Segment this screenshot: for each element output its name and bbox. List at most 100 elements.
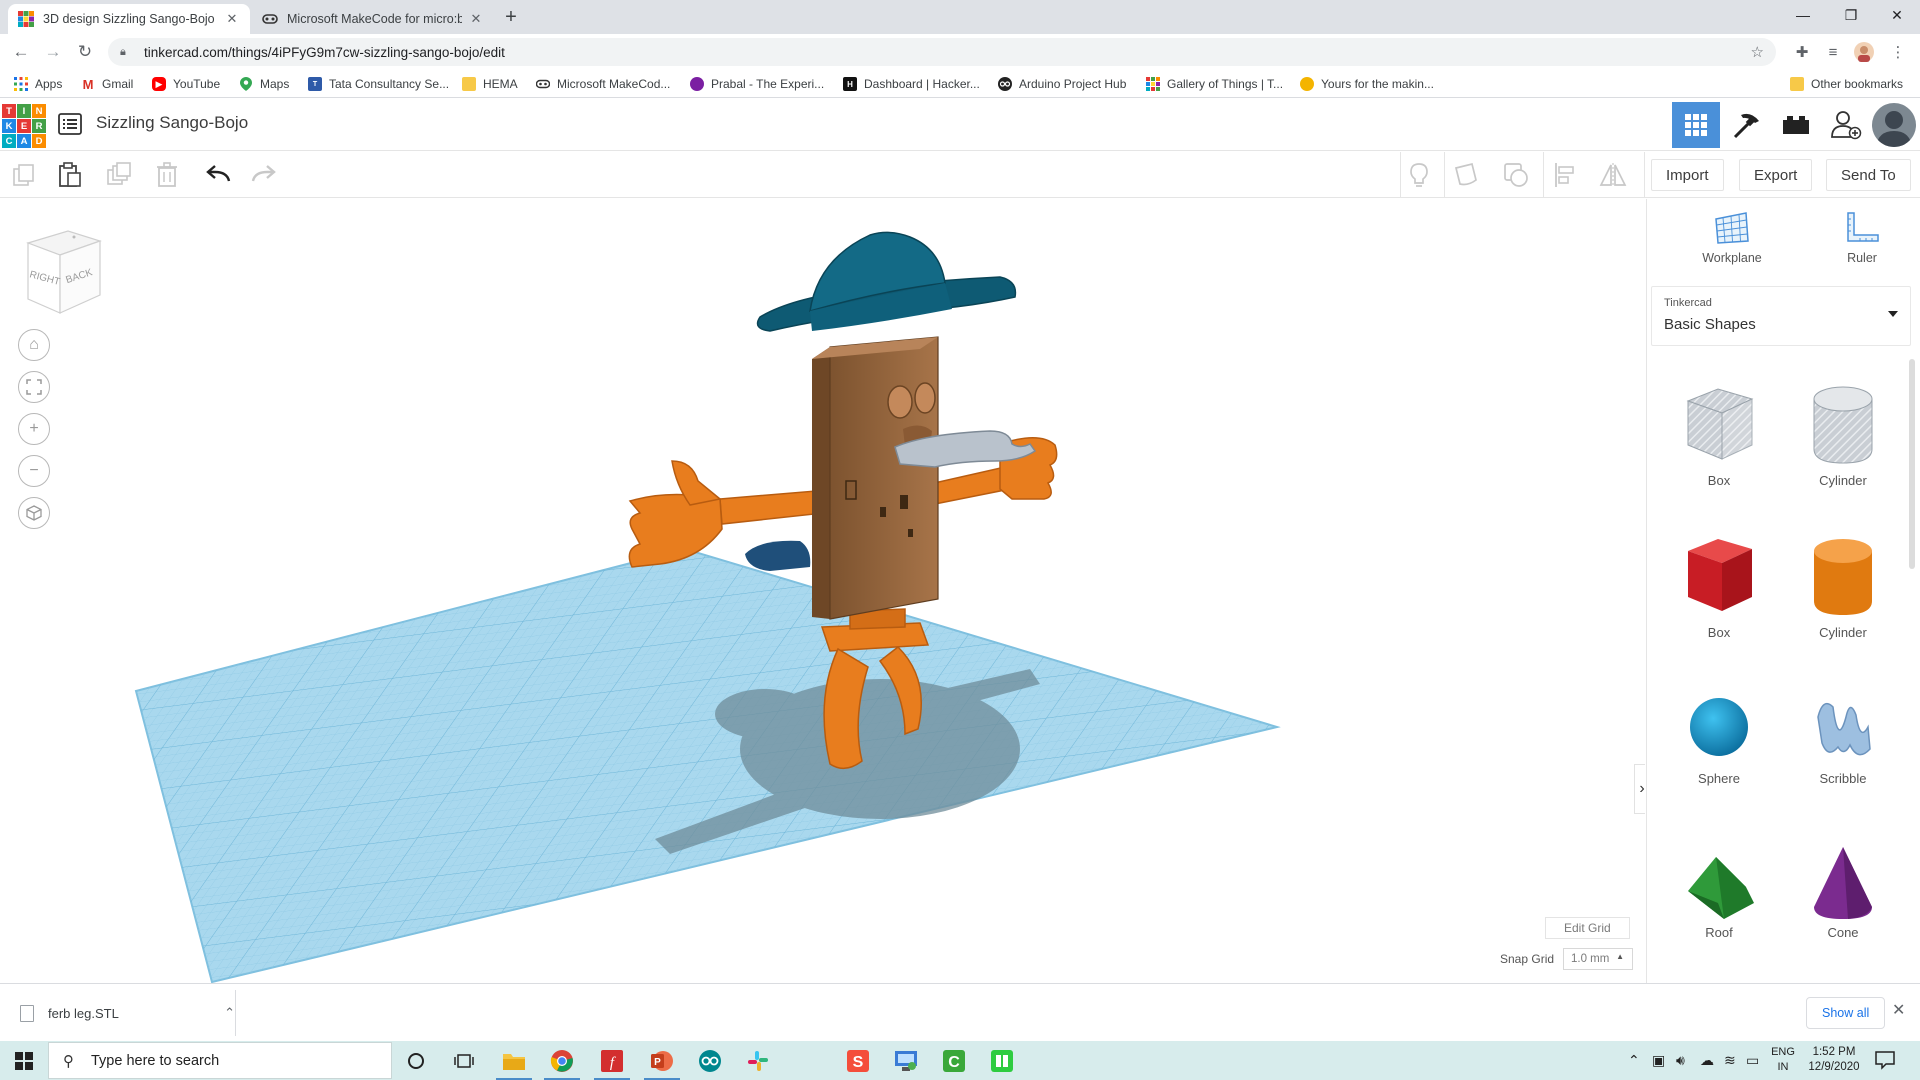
duplicate-button[interactable] <box>104 160 134 190</box>
taskbar-clock[interactable]: 1:52 PM 12/9/2020 <box>1808 1045 1860 1075</box>
shapes-scrollbar[interactable] <box>1909 359 1915 569</box>
bookmark-arduino[interactable]: Arduino Project Hub <box>998 75 1126 93</box>
close-tab-icon[interactable]: ✕ <box>224 11 240 27</box>
shape-cylinder[interactable]: Cylinder <box>1783 531 1903 681</box>
show-all-notes-button[interactable] <box>1404 160 1434 190</box>
address-bar[interactable]: 🔒︎ tinkercad.com/things/4iPFyG9m7cw-sizz… <box>108 38 1776 66</box>
chrome-menu-icon[interactable]: ⋮ <box>1888 42 1908 62</box>
design-list-icon[interactable] <box>58 113 82 135</box>
task-view-button[interactable] <box>440 1041 488 1080</box>
design-title[interactable]: Sizzling Sango-Bojo <box>96 113 248 133</box>
restore-window-icon[interactable]: ❐ <box>1828 0 1874 30</box>
workplane-tool[interactable]: Workplane <box>1687 211 1777 281</box>
bookmark-hema[interactable]: HEMA <box>462 75 518 93</box>
edit-grid-button[interactable]: Edit Grid <box>1545 917 1630 939</box>
bookmark-yours[interactable]: Yours for the makin... <box>1300 75 1434 93</box>
mirror-button[interactable] <box>1598 160 1628 190</box>
shape-scribble[interactable]: Scribble <box>1783 687 1903 837</box>
group-button[interactable] <box>1501 160 1531 190</box>
snap-grid-select[interactable]: 1.0 mm ▲ <box>1563 948 1633 970</box>
forward-arrow-icon[interactable]: → <box>42 41 64 63</box>
zoom-in-button[interactable]: + <box>18 413 50 445</box>
show-all-downloads-button[interactable]: Show all <box>1806 997 1886 1029</box>
new-tab-button[interactable]: + <box>500 6 522 28</box>
shape-cone[interactable]: Cone <box>1783 841 1903 991</box>
minimize-window-icon[interactable]: — <box>1780 0 1826 30</box>
body-shape[interactable] <box>812 336 939 620</box>
shape-roof[interactable]: Roof <box>1659 841 1779 991</box>
left-arm-shape[interactable] <box>628 460 843 568</box>
redo-button[interactable] <box>249 160 279 190</box>
bookmark-hackerrank[interactable]: H Dashboard | Hacker... <box>843 75 980 93</box>
reload-icon[interactable]: ↻ <box>74 41 96 63</box>
hat-shape[interactable] <box>756 231 1017 332</box>
download-item[interactable]: ferb leg.STL ⌃ <box>20 994 235 1032</box>
shape-cylinder-hole[interactable]: Cylinder <box>1783 379 1903 529</box>
copy-button[interactable] <box>9 160 39 190</box>
invite-user-button[interactable] <box>1822 102 1870 148</box>
ruler-tool[interactable]: Ruler <box>1817 211 1907 281</box>
blocks-button[interactable] <box>1722 102 1770 148</box>
bookmark-prabal[interactable]: Prabal - The Experi... <box>690 75 824 93</box>
bricks-button[interactable] <box>1772 102 1820 148</box>
notification-center-icon[interactable] <box>1874 1050 1896 1070</box>
back-arrow-icon[interactable]: ← <box>10 41 32 63</box>
undo-button[interactable] <box>203 160 233 190</box>
onedrive-icon[interactable]: ☁ <box>1700 1052 1714 1069</box>
zoom-out-button[interactable]: − <box>18 455 50 487</box>
bookmark-youtube[interactable]: ▶ YouTube <box>152 75 220 93</box>
bookmark-star-icon[interactable]: ☆ <box>1751 43 1764 61</box>
taskbar-foxit[interactable]: f <box>588 1041 636 1080</box>
chevron-up-icon[interactable]: ⌃ <box>224 1005 235 1021</box>
taskbar-arduino[interactable] <box>686 1041 734 1080</box>
taskbar-powerpoint[interactable]: P <box>638 1041 686 1080</box>
profile-avatar-icon[interactable] <box>1854 42 1874 62</box>
bookmark-other[interactable]: Other bookmarks <box>1790 75 1903 93</box>
bookmark-makecode[interactable]: Microsoft MakeCod... <box>536 75 670 93</box>
start-button[interactable] <box>0 1041 48 1080</box>
bookmark-gallery[interactable]: Gallery of Things | T... <box>1146 75 1283 93</box>
scene-canvas[interactable] <box>0 199 1645 983</box>
taskbar-chrome[interactable] <box>538 1041 586 1080</box>
view-cube[interactable]: RIGHT BACK <box>22 229 106 315</box>
home-view-button[interactable]: ⌂ <box>18 329 50 361</box>
tray-chevron-icon[interactable]: ⌃ <box>1628 1052 1640 1069</box>
bookmark-apps[interactable]: Apps <box>14 75 62 93</box>
battery-icon[interactable]: ▭ <box>1746 1052 1759 1069</box>
tab-makecode[interactable]: Microsoft MakeCode for micro:bi ✕ <box>252 4 494 34</box>
delete-button[interactable] <box>152 160 182 190</box>
extensions-puzzle-icon[interactable]: ✚ <box>1792 42 1812 62</box>
perspective-button[interactable] <box>18 497 50 529</box>
media-queue-icon[interactable]: ≡ <box>1823 42 1843 62</box>
paste-button[interactable] <box>55 160 85 190</box>
volume-icon[interactable]: 🔊︎ <box>1676 1052 1685 1069</box>
close-window-icon[interactable]: ✕ <box>1874 0 1920 30</box>
workplane-grid[interactable] <box>134 547 1281 983</box>
shape-box-hole[interactable]: Box <box>1659 379 1779 529</box>
3d-workspace[interactable]: RIGHT BACK ⌂ + − Edit Grid Snap Grid 1.0… <box>0 199 1645 983</box>
close-tab-icon[interactable]: ✕ <box>468 11 484 27</box>
bookmark-gmail[interactable]: M Gmail <box>81 75 134 93</box>
taskbar-recorder[interactable] <box>978 1041 1026 1080</box>
send-to-button[interactable]: Send To <box>1826 159 1911 191</box>
bookmark-maps[interactable]: Maps <box>239 75 289 93</box>
import-button[interactable]: Import <box>1651 159 1724 191</box>
tab-tinkercad[interactable]: 3D design Sizzling Sango-Bojo | T ✕ <box>8 4 250 34</box>
close-downloads-icon[interactable]: ✕ <box>1892 1000 1905 1020</box>
taskbar-control-panel[interactable] <box>882 1041 930 1080</box>
notes-button[interactable] <box>1452 160 1482 190</box>
back-foot-shape[interactable] <box>745 540 811 571</box>
shape-library-select[interactable]: Tinkercad Basic Shapes <box>1651 286 1911 346</box>
tray-device-icon[interactable]: ▣ <box>1652 1052 1665 1069</box>
wifi-icon[interactable]: ≋ <box>1724 1052 1736 1069</box>
export-button[interactable]: Export <box>1739 159 1813 191</box>
fit-view-button[interactable] <box>18 371 50 403</box>
bookmark-tata[interactable]: T Tata Consultancy Se... <box>308 75 449 93</box>
taskbar-camtasia[interactable]: C <box>930 1041 978 1080</box>
user-avatar[interactable] <box>1872 103 1916 147</box>
shape-sphere[interactable]: Sphere <box>1659 687 1779 837</box>
input-language[interactable]: ENG IN <box>1766 1045 1800 1075</box>
taskbar-scratch[interactable]: S <box>834 1041 882 1080</box>
align-button[interactable] <box>1550 160 1580 190</box>
taskbar-search-box[interactable]: ⚲ Type here to search <box>48 1042 392 1079</box>
